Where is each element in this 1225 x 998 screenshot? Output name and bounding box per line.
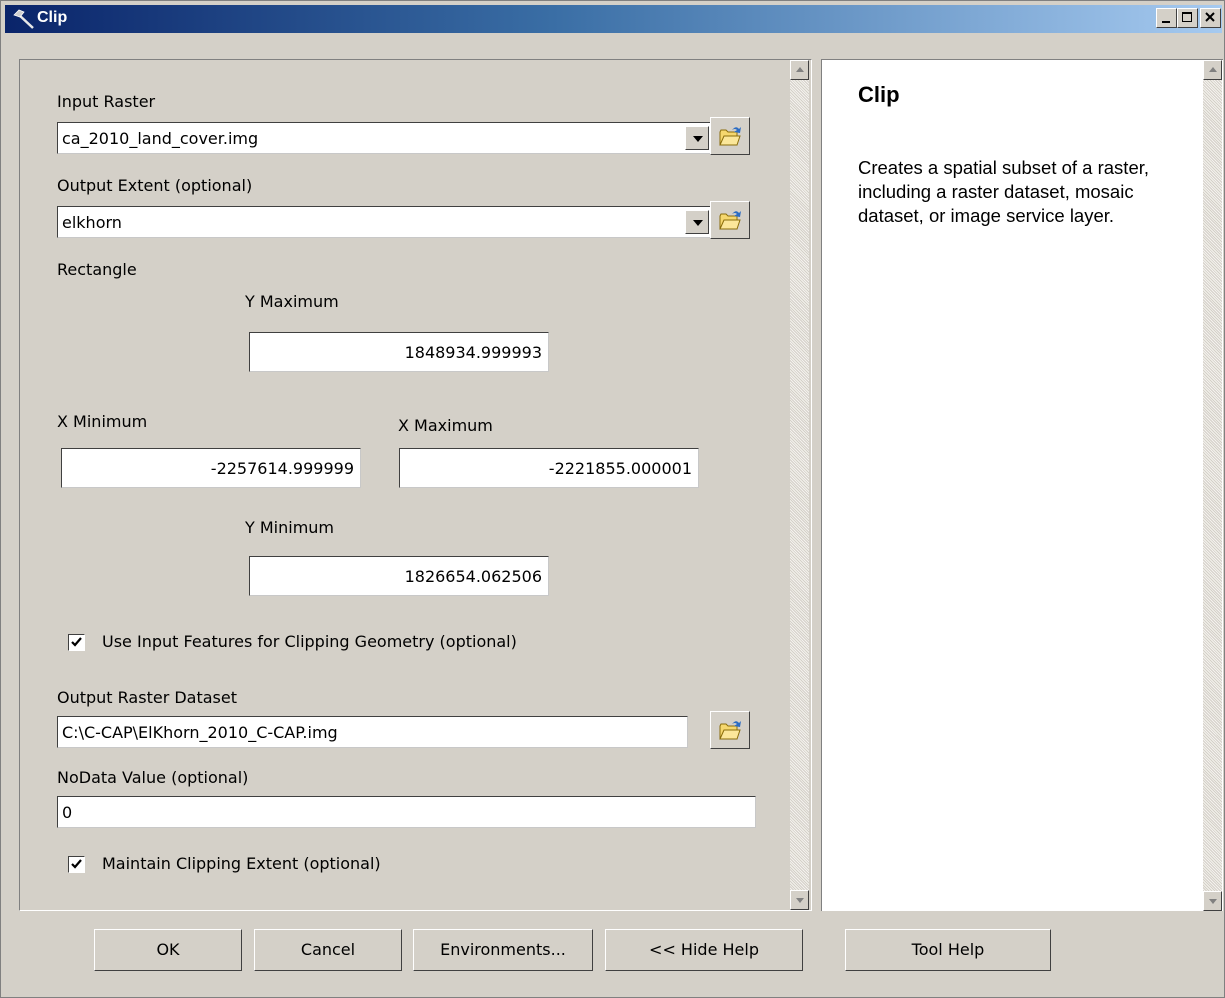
minimize-icon — [1162, 21, 1170, 23]
parameters-scrollbar[interactable] — [790, 60, 809, 910]
open-folder-icon — [719, 721, 741, 740]
y-minimum-input[interactable]: 1826654.062506 — [249, 556, 549, 596]
output-extent-label: Output Extent (optional) — [57, 176, 253, 195]
open-folder-icon — [719, 127, 741, 146]
x-minimum-label: X Minimum — [57, 412, 148, 431]
input-raster-select[interactable]: ca_2010_land_cover.img — [57, 122, 713, 154]
output-extent-browse-button[interactable] — [710, 201, 750, 239]
y-maximum-label: Y Maximum — [245, 292, 339, 311]
input-raster-browse-button[interactable] — [710, 117, 750, 155]
x-minimum-input[interactable]: -2257614.999999 — [61, 448, 361, 488]
output-raster-label: Output Raster Dataset — [57, 688, 238, 707]
chevron-down-icon — [693, 136, 703, 142]
help-description: Creates a spatial subset of a raster, in… — [858, 157, 1150, 226]
help-scrollbar[interactable] — [1203, 60, 1222, 911]
input-raster-value: ca_2010_land_cover.img — [62, 129, 259, 148]
x-maximum-label: X Maximum — [398, 416, 493, 435]
output-extent-select[interactable]: elkhorn — [57, 206, 713, 238]
clip-dialog: Clip Input Raster ca_2010_land_cover.img… — [0, 0, 1225, 998]
help-scroll-up-button[interactable] — [1203, 60, 1222, 80]
nodata-label: NoData Value (optional) — [57, 768, 249, 787]
input-raster-label: Input Raster — [57, 92, 156, 111]
output-raster-input[interactable]: C:\C-CAP\ElKhorn_2010_C-CAP.img — [57, 716, 688, 748]
output-raster-browse-button[interactable] — [710, 711, 750, 749]
y-maximum-input[interactable]: 1848934.999993 — [249, 332, 549, 372]
title-bar[interactable]: Clip — [5, 5, 1222, 33]
checkmark-icon — [71, 637, 82, 647]
environments-button[interactable]: Environments... — [413, 929, 593, 971]
close-icon — [1205, 12, 1215, 22]
hammer-icon — [13, 9, 34, 29]
chevron-down-icon — [693, 220, 703, 226]
x-maximum-input[interactable]: -2221855.000001 — [399, 448, 699, 488]
checkmark-icon — [71, 859, 82, 869]
maximize-button[interactable] — [1177, 8, 1198, 28]
nodata-input[interactable]: 0 — [57, 796, 756, 828]
help-title: Clip — [858, 82, 900, 107]
scroll-down-button[interactable] — [790, 890, 809, 910]
close-button[interactable] — [1200, 8, 1221, 28]
use-input-features-label: Use Input Features for Clipping Geometry… — [102, 632, 517, 651]
hide-help-button[interactable]: << Hide Help — [605, 929, 803, 971]
window-title: Clip — [37, 9, 68, 26]
maintain-extent-label: Maintain Clipping Extent (optional) — [102, 854, 381, 873]
y-minimum-label: Y Minimum — [245, 518, 335, 537]
help-panel: Clip Creates a spatial subset of a raste… — [821, 59, 1223, 911]
scroll-up-icon — [796, 67, 804, 72]
input-raster-dropdown-button[interactable] — [685, 126, 709, 150]
scroll-down-icon — [796, 898, 804, 903]
rectangle-label: Rectangle — [57, 260, 137, 279]
parameters-panel: Input Raster ca_2010_land_cover.img Outp… — [19, 59, 812, 911]
minimize-button[interactable] — [1156, 8, 1177, 28]
scroll-down-icon — [1209, 899, 1217, 904]
use-input-features-checkbox[interactable] — [68, 634, 85, 651]
help-scroll-down-button[interactable] — [1203, 891, 1222, 911]
scroll-up-button[interactable] — [790, 60, 809, 80]
cancel-button[interactable]: Cancel — [254, 929, 402, 971]
output-extent-value: elkhorn — [62, 213, 122, 232]
ok-button[interactable]: OK — [94, 929, 242, 971]
scroll-up-icon — [1209, 67, 1217, 72]
open-folder-icon — [719, 211, 741, 230]
tool-help-button[interactable]: Tool Help — [845, 929, 1051, 971]
maximize-icon — [1182, 12, 1192, 22]
maintain-extent-checkbox[interactable] — [68, 856, 85, 873]
output-extent-dropdown-button[interactable] — [685, 210, 709, 234]
